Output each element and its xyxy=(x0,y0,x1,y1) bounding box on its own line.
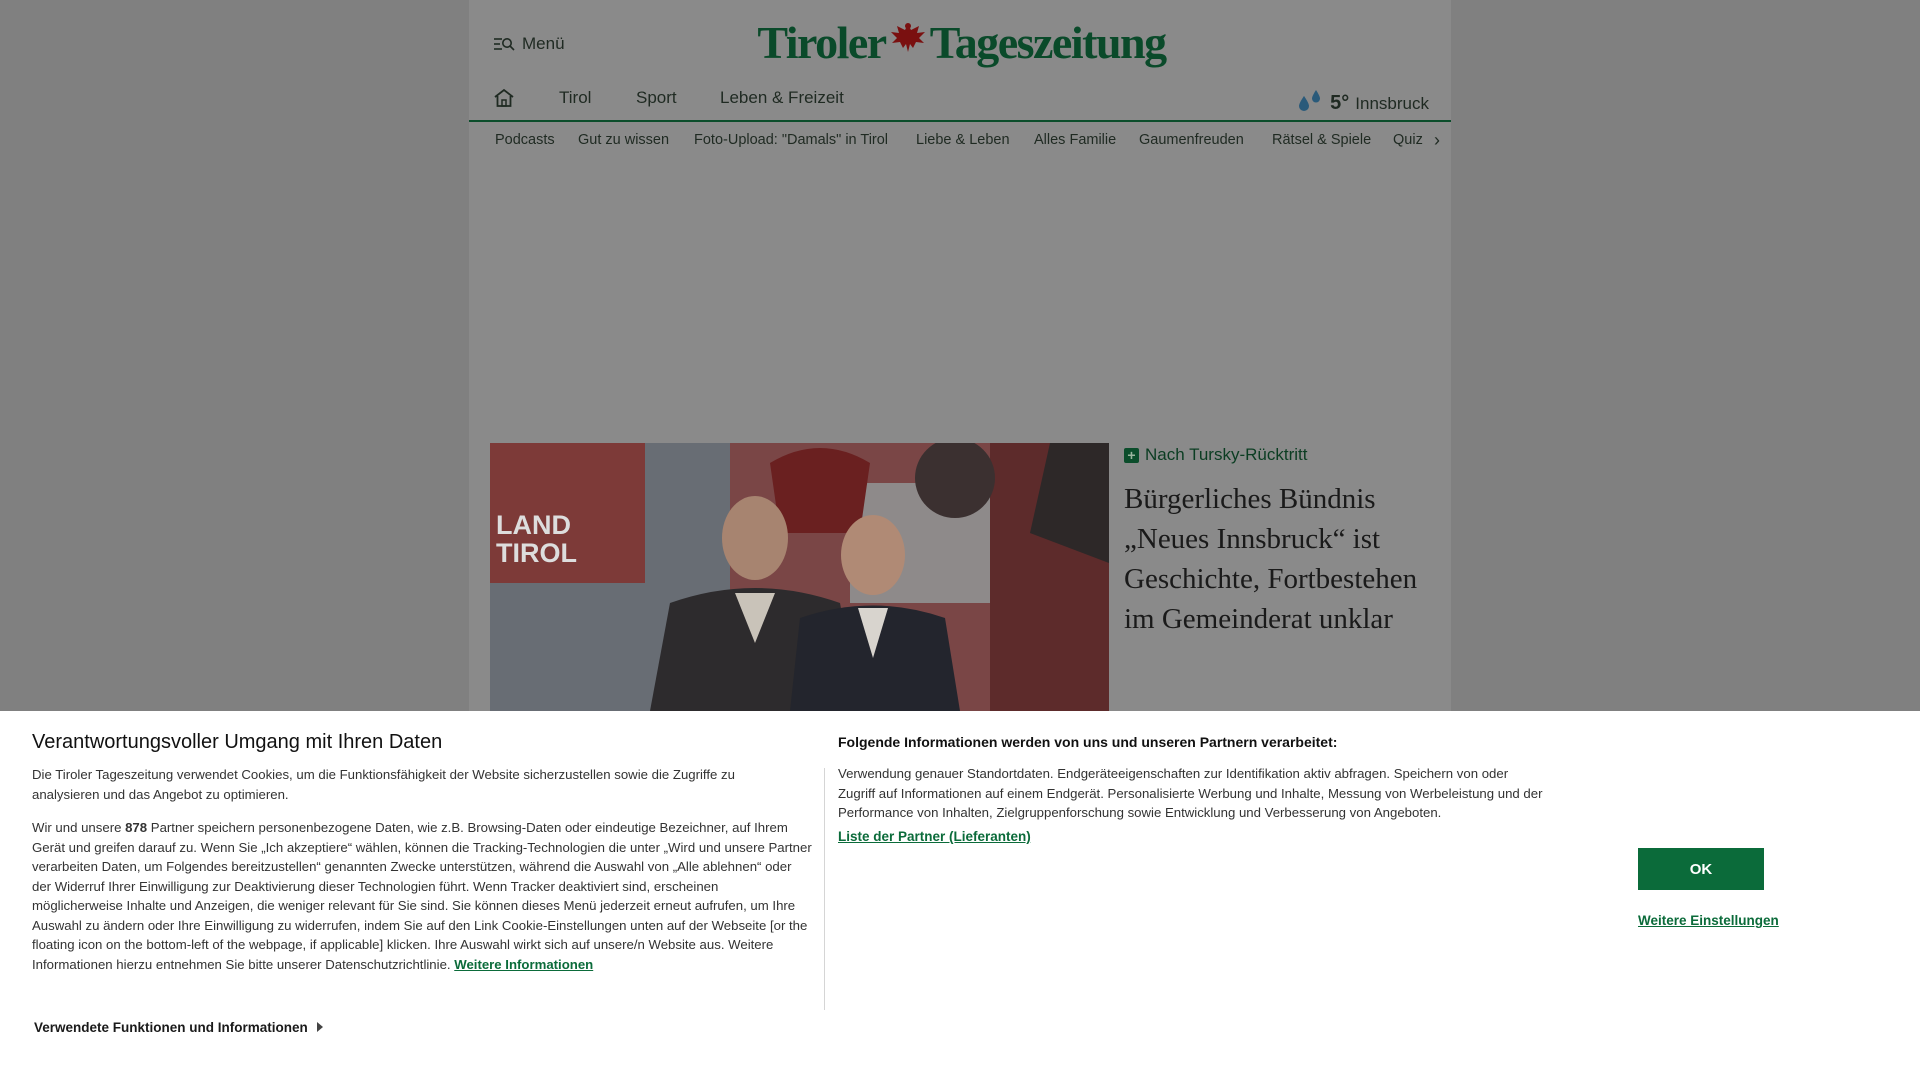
processing-info-title: Folgende Informationen werden von uns un… xyxy=(838,734,1338,750)
logo-text-left: Tiroler xyxy=(757,16,887,68)
menu-label: Menü xyxy=(522,34,565,53)
subnav-item-raetsel-spiele[interactable]: Rätsel & Spiele xyxy=(1272,132,1371,148)
more-info-link[interactable]: Weitere Informationen xyxy=(454,957,593,972)
subnav-item-gaumenfreuden[interactable]: Gaumenfreuden xyxy=(1139,132,1244,148)
rain-drops-icon xyxy=(1296,88,1324,119)
subnav-item-liebe-leben[interactable]: Liebe & Leben xyxy=(916,132,1010,148)
subnav-item-quiz[interactable]: Quiz xyxy=(1393,132,1423,148)
caret-right-icon xyxy=(316,1020,324,1035)
features-expand-toggle[interactable]: Verwendete Funktionen und Informationen xyxy=(34,1020,324,1035)
site-header: Menü Tiroler Tageszeitung xyxy=(469,0,1451,80)
hero-image[interactable]: LAND TIROL xyxy=(490,443,1109,711)
sub-navigation: Podcasts Gut zu wissen Foto-Upload: "Dam… xyxy=(469,122,1451,162)
subnav-item-alles-familie[interactable]: Alles Familie xyxy=(1034,132,1116,148)
subnav-item-podcasts[interactable]: Podcasts xyxy=(495,132,555,148)
premium-plus-icon: + xyxy=(1124,447,1139,463)
menu-search-icon xyxy=(493,36,515,52)
consent-divider xyxy=(824,768,825,1010)
partners-body: Partner speichern personenbezogene Daten… xyxy=(32,820,812,972)
more-settings-link[interactable]: Weitere Einstellungen xyxy=(1638,913,1779,928)
weather-city: Innsbruck xyxy=(1355,93,1429,113)
hero-article[interactable]: + Nach Tursky-Rücktritt Bürgerliches Bün… xyxy=(1124,443,1442,639)
tyrolean-eagle-icon xyxy=(888,16,928,69)
subnav-item-gut-zu-wissen[interactable]: Gut zu wissen xyxy=(578,132,669,148)
nav-item-tirol[interactable]: Tirol xyxy=(559,88,591,108)
article-kicker: + Nach Tursky-Rücktritt xyxy=(1124,445,1442,465)
partners-count: 878 xyxy=(125,820,148,835)
weather-widget[interactable]: 5° Innsbruck xyxy=(1296,88,1429,119)
subnav-item-foto-upload[interactable]: Foto-Upload: "Damals" in Tirol xyxy=(694,132,888,148)
nav-item-leben-freizeit[interactable]: Leben & Freizeit xyxy=(720,88,844,108)
image-sign-line2: TIROL xyxy=(496,538,577,568)
partner-list-link[interactable]: Liste der Partner (Lieferanten) xyxy=(838,829,1031,844)
nav-item-sport[interactable]: Sport xyxy=(636,88,677,108)
partners-prefix: Wir und unsere xyxy=(32,820,126,835)
consent-intro: Die Tiroler Tageszeitung verwendet Cooki… xyxy=(32,767,735,802)
logo-text-right: Tageszeitung xyxy=(929,16,1167,68)
article-headline[interactable]: Bürgerliches Bündnis „Neues Innsbruck“ i… xyxy=(1124,479,1442,639)
main-navigation: Tirol Sport Leben & Freizeit 5° Innsbruc… xyxy=(469,80,1451,122)
kicker-text: Nach Tursky-Rücktritt xyxy=(1145,445,1308,464)
image-sign-line1: LAND xyxy=(496,510,571,540)
home-icon[interactable] xyxy=(493,88,515,113)
weather-temperature: 5° xyxy=(1330,92,1350,114)
consent-title: Verantwortungsvoller Umgang mit Ihren Da… xyxy=(32,731,443,753)
cookie-consent-banner: Verantwortungsvoller Umgang mit Ihren Da… xyxy=(0,711,1920,1080)
ok-button[interactable]: OK xyxy=(1638,848,1764,890)
site-logo[interactable]: Tiroler Tageszeitung xyxy=(757,12,1167,72)
chevron-right-icon[interactable]: › xyxy=(1434,130,1440,151)
menu-button[interactable]: Menü xyxy=(493,34,565,54)
consent-partners-text: Wir und unsere 878 Partner speichern per… xyxy=(32,818,812,974)
processing-info-text: Verwendung genauer Standortdaten. Endger… xyxy=(838,766,1543,820)
features-expand-label: Verwendete Funktionen und Informationen xyxy=(34,1020,308,1035)
